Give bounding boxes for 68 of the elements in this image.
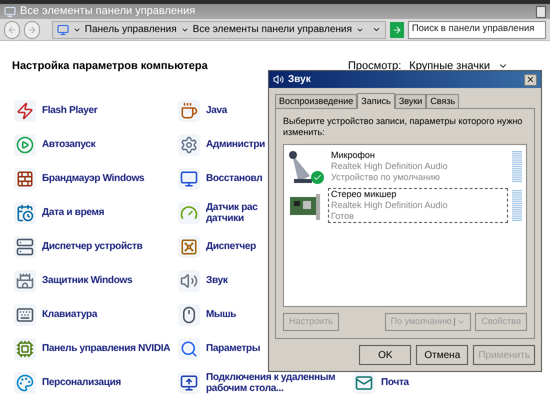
control-panel-item[interactable]: Дата и время <box>42 207 104 218</box>
close-button[interactable] <box>524 74 537 86</box>
control-panel-item[interactable]: Звук <box>206 275 228 286</box>
magnifier-icon <box>178 338 200 360</box>
control-panel-item[interactable]: Диспетчер <box>206 241 256 252</box>
control-panel-item[interactable]: Защитник Windows <box>42 275 132 286</box>
control-panel-item[interactable]: Подключения к удаленным рабочим стола... <box>206 372 336 394</box>
dialog-tab[interactable]: Воспроизведение <box>275 94 358 108</box>
control-panel-item[interactable]: Java <box>206 105 228 116</box>
back-arrow-icon <box>6 24 17 34</box>
brick-wall-icon <box>14 168 36 190</box>
window-title: Все элементы панели управления <box>20 4 196 20</box>
instruction-text: Выберите устройство записи, параметры которого нужно изменить: <box>283 116 524 138</box>
dialog-tab[interactable]: Связь <box>426 94 460 108</box>
search-field[interactable]: Поиск в панели управления <box>408 20 546 38</box>
palette-icon <box>14 372 36 394</box>
monitor-icon <box>178 168 200 190</box>
gauge-icon <box>178 202 200 224</box>
view-label: Просмотр: <box>348 59 402 74</box>
control-panel-item[interactable]: Клавиатура <box>42 309 98 320</box>
chip-icon <box>14 338 36 360</box>
calendar-clock-icon <box>14 202 36 224</box>
view-dropdown[interactable]: Крупные значки <box>409 58 508 74</box>
mail-icon <box>353 372 375 394</box>
monitor-icon <box>178 372 200 394</box>
control-panel-item[interactable]: Мышь <box>206 309 236 320</box>
level-meter-icon <box>512 190 522 222</box>
control-panel-item[interactable]: Восстановл <box>206 173 262 184</box>
control-panel-item[interactable]: Администри <box>206 139 266 150</box>
breadcrumb-item[interactable]: Панель управления <box>84 22 177 37</box>
castle-icon <box>14 270 36 292</box>
gear-icon <box>178 134 200 156</box>
forward-arrow-icon <box>26 24 37 34</box>
coffee-cup-icon <box>178 100 200 122</box>
control-panel-item[interactable]: Автозапуск <box>42 139 96 150</box>
back-button[interactable] <box>4 20 20 38</box>
device-entry[interactable]: Стерео микшер Realtek High Definition Audio Готов <box>328 188 508 223</box>
keyboard-icon <box>14 304 36 326</box>
control-panel-item[interactable]: Панель управления NVIDIA <box>42 343 170 354</box>
control-panel-item[interactable]: Датчик рас датчики <box>206 202 258 224</box>
dialog-button[interactable]: Отмена <box>416 345 468 365</box>
lightning-icon <box>14 100 36 122</box>
dialog-button[interactable]: OK <box>359 345 412 365</box>
control-panel-item[interactable]: Брандмауэр Windows <box>42 173 144 184</box>
device-entry[interactable]: Микрофон Realtek High Definition Audio Устройство по умолчанию <box>328 149 508 184</box>
control-panel-item[interactable]: Почта <box>381 377 409 388</box>
refresh-button[interactable] <box>390 22 404 38</box>
mouse-icon <box>178 304 200 326</box>
breadcrumb-item[interactable]: Все элементы панели управления <box>192 22 352 37</box>
arrow-icon <box>392 24 402 34</box>
speaker-icon <box>273 74 284 85</box>
level-meter-icon <box>512 150 522 182</box>
dialog-tab[interactable]: Запись <box>357 93 395 109</box>
forward-button[interactable] <box>24 20 40 38</box>
history-caret-icon <box>372 25 381 34</box>
close-icon <box>526 75 535 84</box>
device-list[interactable]: Микрофон Realtek High Definition Audio Устройство по умолчанию Стерео микшер Realtek High Definition Audio Готов <box>283 144 527 307</box>
minimize-button[interactable] <box>536 6 546 18</box>
speaker-icon <box>178 270 200 292</box>
play-icon <box>14 134 36 156</box>
control-panel-item[interactable]: Персонализация <box>42 377 121 388</box>
dialog-title: Звук <box>288 73 311 87</box>
control-panel-item[interactable]: Диспетчер устройств <box>42 241 142 252</box>
page-heading: Настройка параметров компьютера <box>12 59 208 74</box>
dialog-tab[interactable]: Звуки <box>394 94 426 108</box>
control-panel-item[interactable]: Flash Player <box>42 105 98 116</box>
safe-icon <box>178 236 200 258</box>
control-panel-item[interactable]: Параметры <box>206 343 260 354</box>
